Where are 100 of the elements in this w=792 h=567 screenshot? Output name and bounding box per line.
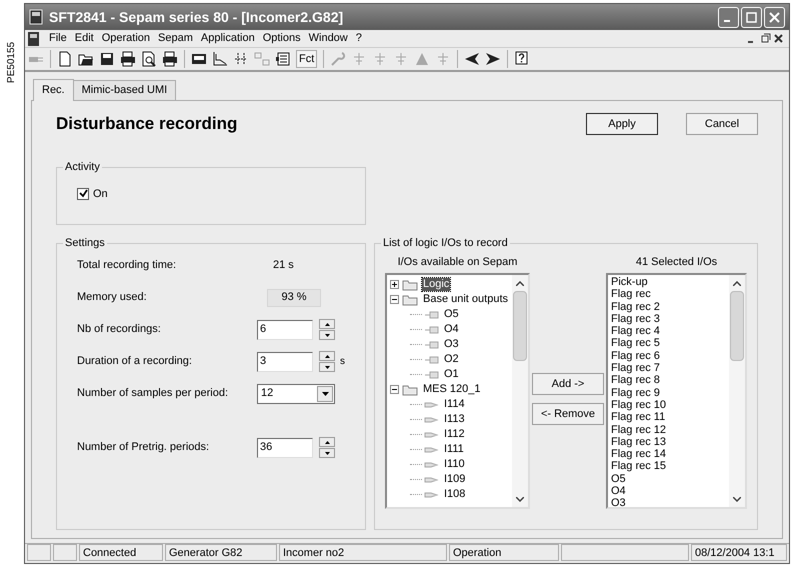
setting-label: Duration of a recording: bbox=[77, 354, 193, 370]
tab[interactable]: Mimic-based UMI bbox=[74, 80, 176, 100]
tree-item[interactable]: O4 bbox=[443, 323, 460, 336]
list-item[interactable]: Flag rec 5 bbox=[611, 337, 729, 350]
menu-item[interactable]: Operation bbox=[98, 30, 154, 47]
list-item[interactable]: Flag rec 10 bbox=[611, 398, 729, 412]
maximize-icon bbox=[746, 12, 757, 22]
list-item[interactable]: Flag rec 9 bbox=[611, 386, 729, 399]
monitor-icon[interactable] bbox=[191, 51, 207, 67]
tree-item[interactable]: O2 bbox=[443, 353, 460, 366]
scrollbar[interactable] bbox=[512, 275, 528, 507]
list-item[interactable]: Flag rec 12 bbox=[611, 424, 729, 436]
dropdown-arrow-icon[interactable] bbox=[322, 392, 328, 396]
close-icon bbox=[769, 12, 780, 22]
menu-item[interactable]: File bbox=[45, 30, 71, 47]
folder-icon bbox=[402, 294, 418, 306]
checkbox[interactable] bbox=[77, 188, 89, 200]
group-title: Settings bbox=[63, 236, 107, 250]
list-item[interactable]: Flag rec 8 bbox=[611, 374, 729, 387]
setting-label: Nb of recordings: bbox=[77, 322, 162, 338]
list-item[interactable]: Flag rec 4 bbox=[611, 325, 729, 338]
tree-item[interactable]: I109 bbox=[443, 473, 466, 486]
list-item[interactable]: O5 bbox=[611, 472, 729, 486]
minimize-button[interactable] bbox=[718, 6, 739, 28]
tab[interactable]: Rec. bbox=[33, 79, 74, 101]
menu-item[interactable]: Application bbox=[196, 30, 259, 47]
dialog-button[interactable]: Apply bbox=[586, 112, 658, 135]
list-item[interactable]: Flag rec 11 bbox=[611, 411, 729, 424]
toolbar-button[interactable]: Fct bbox=[296, 50, 318, 68]
tree-item[interactable]: I113 bbox=[443, 413, 466, 426]
expand-icon[interactable] bbox=[390, 280, 399, 289]
left-arrow-icon[interactable] bbox=[464, 51, 480, 67]
figure-code: PE50155 bbox=[6, 42, 18, 84]
minimize-icon bbox=[724, 20, 730, 22]
tree-item[interactable]: I108 bbox=[443, 488, 466, 501]
spin-buttons[interactable] bbox=[319, 319, 335, 340]
status-cell: Operation bbox=[449, 544, 559, 561]
setting-label: Number of Pretrig. periods: bbox=[77, 440, 210, 456]
scrollbar[interactable] bbox=[729, 275, 745, 507]
tree-item[interactable]: I110 bbox=[443, 458, 466, 471]
remove-button[interactable]: <- Remove bbox=[532, 403, 604, 425]
list-item[interactable]: Flag rec 6 bbox=[611, 350, 729, 362]
menu-item[interactable]: Sepam bbox=[154, 30, 197, 47]
dropdown[interactable]: 12 bbox=[257, 384, 335, 404]
page-title: Disturbance recording bbox=[56, 113, 238, 135]
list-item[interactable]: Flag rec 7 bbox=[611, 362, 729, 374]
menu-item[interactable]: Options bbox=[258, 30, 305, 47]
dialog-button[interactable]: Cancel bbox=[686, 112, 758, 135]
add-button[interactable]: Add -> bbox=[532, 373, 604, 395]
tree-item[interactable]: O5 bbox=[443, 308, 460, 321]
setting-label: Total recording time: bbox=[77, 258, 178, 274]
menu-item[interactable]: ? bbox=[352, 30, 366, 47]
tree-item[interactable]: I112 bbox=[443, 428, 466, 441]
unit-label: s bbox=[340, 355, 345, 369]
number-field[interactable]: 36 bbox=[257, 438, 313, 458]
list-item[interactable]: Flag rec bbox=[611, 288, 729, 301]
print-preview-icon[interactable] bbox=[141, 51, 157, 67]
printer-icon[interactable] bbox=[120, 51, 136, 67]
tree-item[interactable]: I114 bbox=[443, 398, 466, 411]
menu-item[interactable]: Edit bbox=[70, 30, 98, 47]
setting-label: Memory used: bbox=[77, 290, 148, 306]
list-item[interactable]: Flag rec 13 bbox=[611, 436, 729, 448]
right-arrow-icon[interactable] bbox=[485, 51, 502, 67]
list-item[interactable]: Flag rec 15 bbox=[611, 460, 729, 473]
window-title: SFT2841 - Sepam series 80 - [Incomer2.G82] bbox=[49, 8, 344, 27]
close-button[interactable] bbox=[764, 6, 785, 28]
list-item[interactable]: O4 bbox=[611, 485, 729, 498]
tree-item[interactable]: O1 bbox=[443, 368, 460, 381]
menu-item[interactable]: Window bbox=[304, 30, 352, 47]
hand-icon bbox=[424, 444, 440, 454]
tree-item[interactable]: I111 bbox=[443, 443, 465, 456]
panel-icon[interactable] bbox=[275, 51, 291, 67]
tree-item[interactable]: Logic bbox=[422, 278, 450, 291]
curve-icon[interactable] bbox=[212, 51, 228, 67]
status-cell: Generator G82 bbox=[165, 544, 277, 561]
maximize-button[interactable] bbox=[741, 6, 762, 28]
number-field[interactable]: 6 bbox=[257, 320, 313, 340]
list-item[interactable]: Flag rec 3 bbox=[611, 312, 729, 326]
tree-item[interactable]: MES 120_1 bbox=[422, 383, 482, 396]
switch-icon[interactable] bbox=[233, 51, 249, 67]
printer-icon[interactable] bbox=[162, 51, 178, 67]
save-icon[interactable] bbox=[99, 51, 115, 67]
spin-buttons[interactable] bbox=[319, 437, 335, 458]
tree-item[interactable]: O3 bbox=[443, 338, 460, 351]
setting-label: Number of samples per period: bbox=[77, 386, 230, 402]
list-item[interactable]: O3 bbox=[611, 497, 729, 507]
relay-icon bbox=[424, 354, 440, 364]
list-item[interactable]: Flag rec 2 bbox=[611, 300, 729, 313]
collapse-icon[interactable] bbox=[390, 385, 399, 394]
collapse-icon[interactable] bbox=[390, 295, 399, 304]
number-field[interactable]: 3 bbox=[257, 352, 313, 372]
spin-buttons[interactable] bbox=[319, 351, 335, 372]
list-item[interactable]: Flag rec 14 bbox=[611, 448, 729, 460]
app-icon bbox=[29, 9, 43, 25]
new-file-icon[interactable] bbox=[57, 51, 73, 67]
tree-item[interactable]: Base unit outputs bbox=[422, 293, 510, 306]
setting-value: 21 s bbox=[273, 258, 294, 274]
help-icon[interactable] bbox=[514, 51, 530, 67]
list-item[interactable]: Pick-up bbox=[611, 276, 729, 288]
status-cell: Connected bbox=[79, 544, 163, 561]
